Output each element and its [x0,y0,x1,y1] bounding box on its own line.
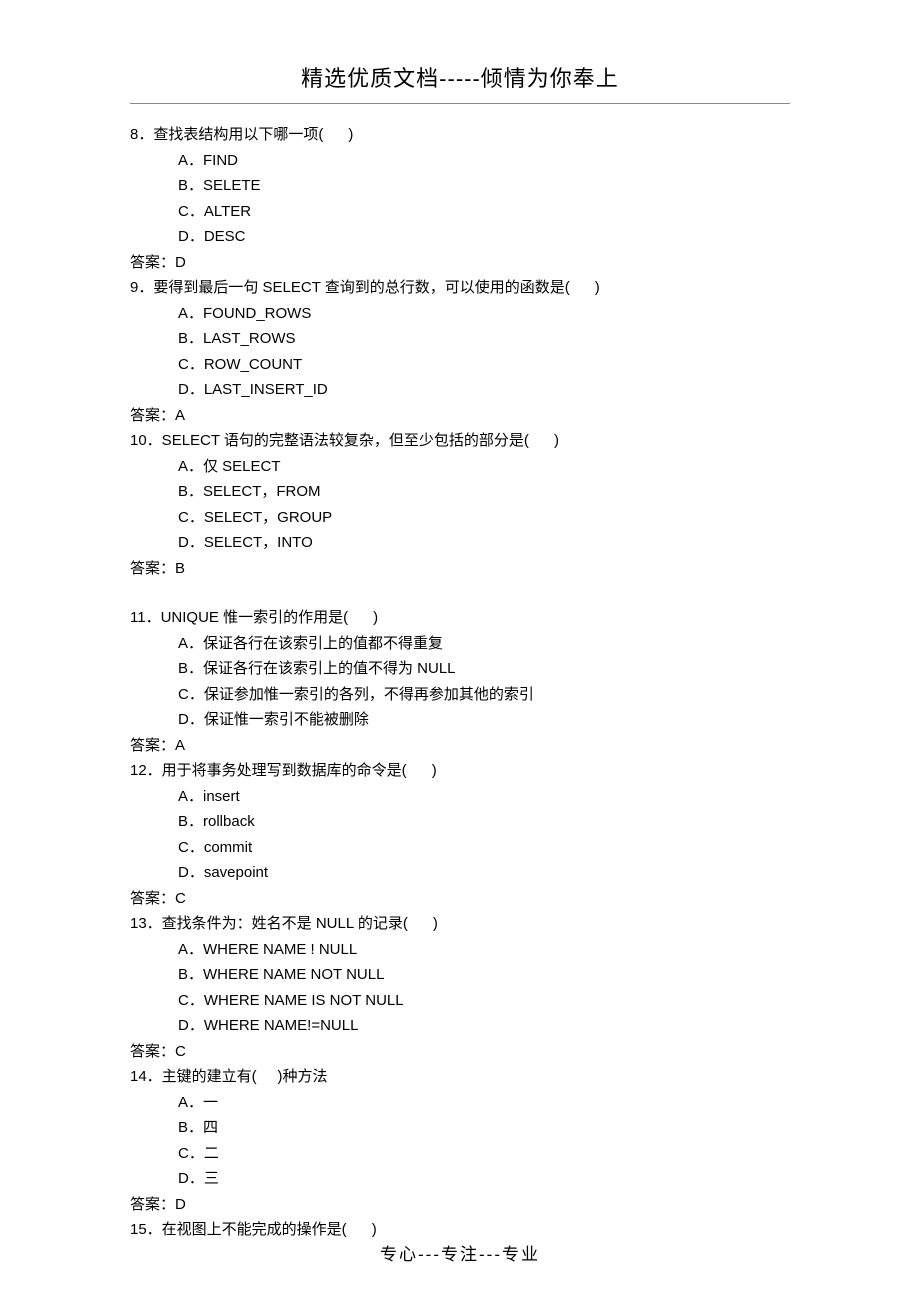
option-c: C．WHERE NAME IS NOT NULL [178,988,790,1014]
option-a: A．FOUND_ROWS [178,301,790,327]
question-options: A．insert B．rollback C．commit D．savepoint [130,784,790,886]
question-11: 11．UNIQUE 惟一索引的作用是( ) A．保证各行在该索引上的值都不得重复… [130,605,790,758]
option-a: A．WHERE NAME ! NULL [178,937,790,963]
question-stem: 10．SELECT 语句的完整语法较复杂，但至少包括的部分是( ) [130,428,790,454]
option-d: D．LAST_INSERT_ID [178,377,790,403]
stem-suffix: ) [373,609,378,626]
option-c: C．ALTER [178,199,790,225]
question-13: 13．查找条件为：姓名不是 NULL 的记录( ) A．WHERE NAME !… [130,911,790,1064]
question-options: A．保证各行在该索引上的值都不得重复 B．保证各行在该索引上的值不得为 NULL… [130,631,790,733]
question-options: A．FIND B．SELETE C．ALTER D．DESC [130,148,790,250]
question-stem: 11．UNIQUE 惟一索引的作用是( ) [130,605,790,631]
page-footer: 专心---专注---专业 [0,1241,920,1270]
question-stem: 9．要得到最后一句 SELECT 查询到的总行数，可以使用的函数是( ) [130,275,790,301]
option-a: A．一 [178,1090,790,1116]
question-stem: 13．查找条件为：姓名不是 NULL 的记录( ) [130,911,790,937]
option-c: C．ROW_COUNT [178,352,790,378]
question-answer: 答案：A [130,733,790,759]
question-answer: 答案：D [130,250,790,276]
option-b: B．SELETE [178,173,790,199]
page-header-title: 精选优质文档-----倾情为你奉上 [130,60,790,97]
question-stem: 8．查找表结构用以下哪一项( ) [130,122,790,148]
question-stem: 15．在视图上不能完成的操作是( ) [130,1217,790,1243]
option-d: D．保证惟一索引不能被删除 [178,707,790,733]
question-stem: 14．主键的建立有( )种方法 [130,1064,790,1090]
question-stem: 12．用于将事务处理写到数据库的命令是( ) [130,758,790,784]
stem-suffix: )种方法 [278,1068,328,1085]
option-d: D．DESC [178,224,790,250]
option-d: D．三 [178,1166,790,1192]
stem-suffix: ) [554,432,559,449]
question-answer: 答案：A [130,403,790,429]
option-c: C．保证参加惟一索引的各列，不得再参加其他的索引 [178,682,790,708]
option-b: B．四 [178,1115,790,1141]
stem-text: 8．查找表结构用以下哪一项( [130,126,323,143]
question-options: A．WHERE NAME ! NULL B．WHERE NAME NOT NUL… [130,937,790,1039]
stem-text: 14．主键的建立有( [130,1068,257,1085]
question-answer: 答案：C [130,1039,790,1065]
blank-line [130,581,790,605]
question-8: 8．查找表结构用以下哪一项( ) A．FIND B．SELETE C．ALTER… [130,122,790,275]
option-b: B．保证各行在该索引上的值不得为 NULL [178,656,790,682]
option-a: A．保证各行在该索引上的值都不得重复 [178,631,790,657]
option-a: A．仅 SELECT [178,454,790,480]
question-9: 9．要得到最后一句 SELECT 查询到的总行数，可以使用的函数是( ) A．F… [130,275,790,428]
stem-suffix: ) [595,279,600,296]
option-b: B．LAST_ROWS [178,326,790,352]
stem-suffix: ) [348,126,353,143]
question-options: A．一 B．四 C．二 D．三 [130,1090,790,1192]
question-10: 10．SELECT 语句的完整语法较复杂，但至少包括的部分是( ) A．仅 SE… [130,428,790,581]
stem-suffix: ) [433,915,438,932]
header-divider [130,103,790,104]
option-d: D．savepoint [178,860,790,886]
option-b: B．WHERE NAME NOT NULL [178,962,790,988]
question-14: 14．主键的建立有( )种方法 A．一 B．四 C．二 D．三 答案：D [130,1064,790,1217]
option-b: B．SELECT，FROM [178,479,790,505]
stem-text: 10．SELECT 语句的完整语法较复杂，但至少包括的部分是( [130,432,529,449]
question-12: 12．用于将事务处理写到数据库的命令是( ) A．insert B．rollba… [130,758,790,911]
option-a: A．FIND [178,148,790,174]
option-a: A．insert [178,784,790,810]
option-c: C．commit [178,835,790,861]
stem-suffix: ) [432,762,437,779]
stem-text: 9．要得到最后一句 SELECT 查询到的总行数，可以使用的函数是( [130,279,570,296]
option-c: C．SELECT，GROUP [178,505,790,531]
stem-text: 11．UNIQUE 惟一索引的作用是( [130,609,348,626]
stem-text: 13．查找条件为：姓名不是 NULL 的记录( [130,915,408,932]
option-c: C．二 [178,1141,790,1167]
question-options: A．仅 SELECT B．SELECT，FROM C．SELECT，GROUP … [130,454,790,556]
stem-suffix: ) [372,1221,377,1238]
option-d: D．WHERE NAME!=NULL [178,1013,790,1039]
page-content: 精选优质文档-----倾情为你奉上 8．查找表结构用以下哪一项( ) A．FIN… [0,60,920,1243]
question-answer: 答案：B [130,556,790,582]
question-answer: 答案：D [130,1192,790,1218]
stem-text: 15．在视图上不能完成的操作是( [130,1221,347,1238]
option-b: B．rollback [178,809,790,835]
stem-text: 12．用于将事务处理写到数据库的命令是( [130,762,407,779]
question-15: 15．在视图上不能完成的操作是( ) [130,1217,790,1243]
question-options: A．FOUND_ROWS B．LAST_ROWS C．ROW_COUNT D．L… [130,301,790,403]
option-d: D．SELECT，INTO [178,530,790,556]
question-answer: 答案：C [130,886,790,912]
